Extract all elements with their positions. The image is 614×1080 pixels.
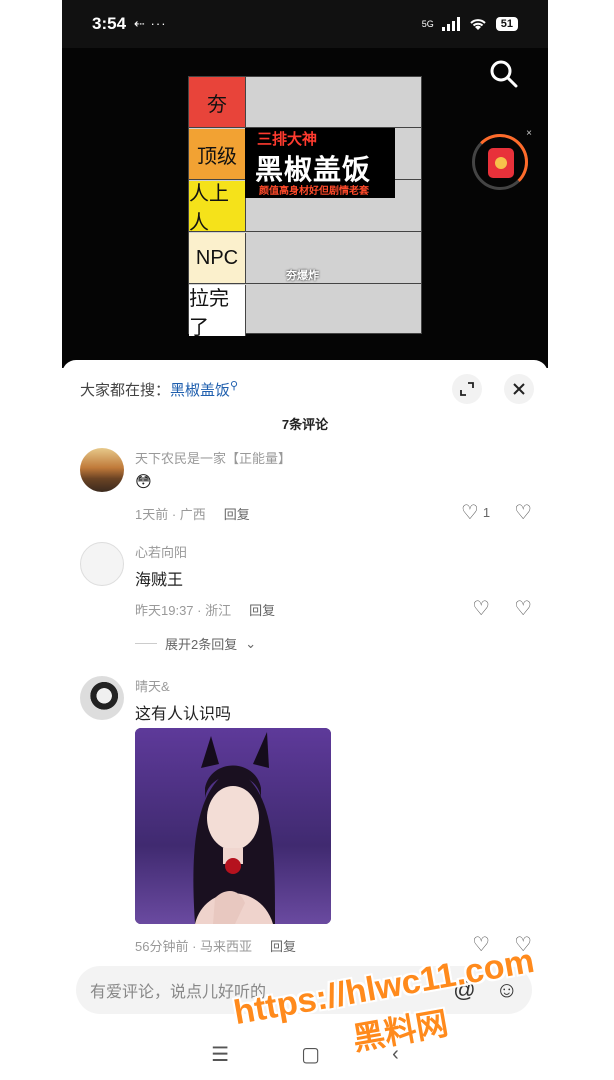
status-time: 3:54 [92,14,127,33]
trending-query: 黑椒盖饭 [170,381,231,399]
video-caption: 夯爆炸 [286,270,319,282]
comment-item: 天下农民是一家【正能量】 😳 1天前 · 广西 回复 ♡ 1 ♡ [80,448,536,528]
comment-author[interactable]: 天下农民是一家【正能量】 [135,448,291,467]
menu-icon[interactable]: ☰ [211,1042,229,1067]
expand-replies-label: 展开2条回复 [165,637,238,652]
comment-text: 😳 [135,474,152,491]
dislike-icon[interactable]: ♡ [514,596,532,621]
comment-item: 晴天& 这有人认识吗 56分钟前 · 马来西亚 回复 ♡ ♡ [80,676,536,956]
reply-button[interactable]: 回复 [249,600,275,619]
comment-text: 海贼王 [135,572,184,589]
comment-actions: ♡ 1 ♡ [461,500,532,525]
status-right-icons: 5G 51 [422,16,518,32]
comment-time: 昨天19:37 · 浙江 [135,603,232,618]
notification-icons: ⇠ ··· [134,16,167,31]
like-group[interactable]: ♡ 1 [461,500,490,525]
tier-row: 夯 [189,77,421,128]
comment-author[interactable]: 晴天& [135,676,170,695]
comment-count: 7条评论 [281,417,329,432]
status-bar: 3:54 ⇠ ··· 5G 51 [62,0,548,48]
sheet-header: 大家都在搜： 黑椒盖饭⚲ [80,374,534,404]
signal-icon [441,17,460,31]
tier-label: 夯 [189,77,246,127]
comment-actions: ♡ ♡ [472,596,532,621]
tier-label: NPC [189,233,246,283]
trending-search-link[interactable]: 黑椒盖饭⚲ [170,379,238,400]
comment-item: 心若向阳 海贼王 昨天19:37 · 浙江 回复 ♡ ♡ 展开2条回复 ⌄ [80,542,536,652]
expand-replies-button[interactable]: 展开2条回复 ⌄ [135,634,256,653]
home-icon[interactable]: ▢ [301,1042,320,1067]
left-margin [0,0,62,1080]
heart-icon: ♡ [460,502,479,524]
close-icon [513,383,525,395]
avatar[interactable] [80,676,124,720]
chevron-down-icon: ⌄ [245,635,257,651]
comment-time: 56分钟前 · 马来西亚 [135,939,253,954]
expand-sheet-button[interactable] [452,374,482,404]
comment-text: 这有人认识吗 [135,706,232,723]
avatar[interactable] [80,542,124,586]
search-small-icon: ⚲ [230,379,239,392]
expand-icon [460,382,474,396]
video-subtitle: 颜值高身材好但剧情老套 [259,186,369,197]
dislike-icon[interactable]: ♡ [514,500,532,525]
portrait-image [135,728,331,924]
comment-author[interactable]: 心若向阳 [135,542,187,561]
red-packet-close-icon[interactable]: × [526,128,532,139]
video-tag: 三排大神 [257,131,318,148]
phone-screen: 3:54 ⇠ ··· 5G 51 夯 顶级 人上人 NPC 拉完了 三排大神 黑… [62,0,548,1080]
search-icon[interactable] [488,58,520,90]
tier-label: 顶级 [189,129,246,179]
network-type: 5G [421,19,434,29]
tier-row: 拉完了 [189,285,421,339]
reply-button[interactable]: 回复 [224,504,250,523]
comment-time: 1天前 · 广西 [135,507,206,522]
reply-button[interactable]: 回复 [270,936,296,955]
tier-list: 夯 顶级 人上人 NPC 拉完了 [188,76,422,339]
comment-meta: 1天前 · 广西 回复 [135,504,250,523]
like-count: 1 [482,505,491,520]
close-sheet-button[interactable] [504,374,534,404]
heart-icon[interactable]: ♡ [472,596,490,621]
wifi-icon [470,19,486,30]
battery-icon: 51 [495,17,518,31]
tier-label: 人上人 [189,181,246,234]
video-title-card: 三排大神 黑椒盖饭 颜值高身材好但剧情老套 [245,128,395,198]
comment-sheet: 大家都在搜： 黑椒盖饭⚲ 7条评论 天下农民是一家【正能量】 😳 1天前 · 广… [62,360,548,960]
system-nav-bar: ☰ ▢ ‹ [62,1028,548,1080]
trending-prefix: 大家都在搜： [80,381,171,399]
tier-label: 拉完了 [189,285,246,339]
red-packet-button[interactable] [472,134,528,190]
comment-meta: 昨天19:37 · 浙江 回复 [135,600,275,619]
comment-image[interactable] [135,728,331,924]
avatar[interactable] [80,448,124,492]
comment-meta: 56分钟前 · 马来西亚 回复 [135,936,296,955]
right-margin [552,0,614,1080]
video-player[interactable]: 夯 顶级 人上人 NPC 拉完了 三排大神 黑椒盖饭 颜值高身材好但剧情老套 夯… [62,48,548,368]
